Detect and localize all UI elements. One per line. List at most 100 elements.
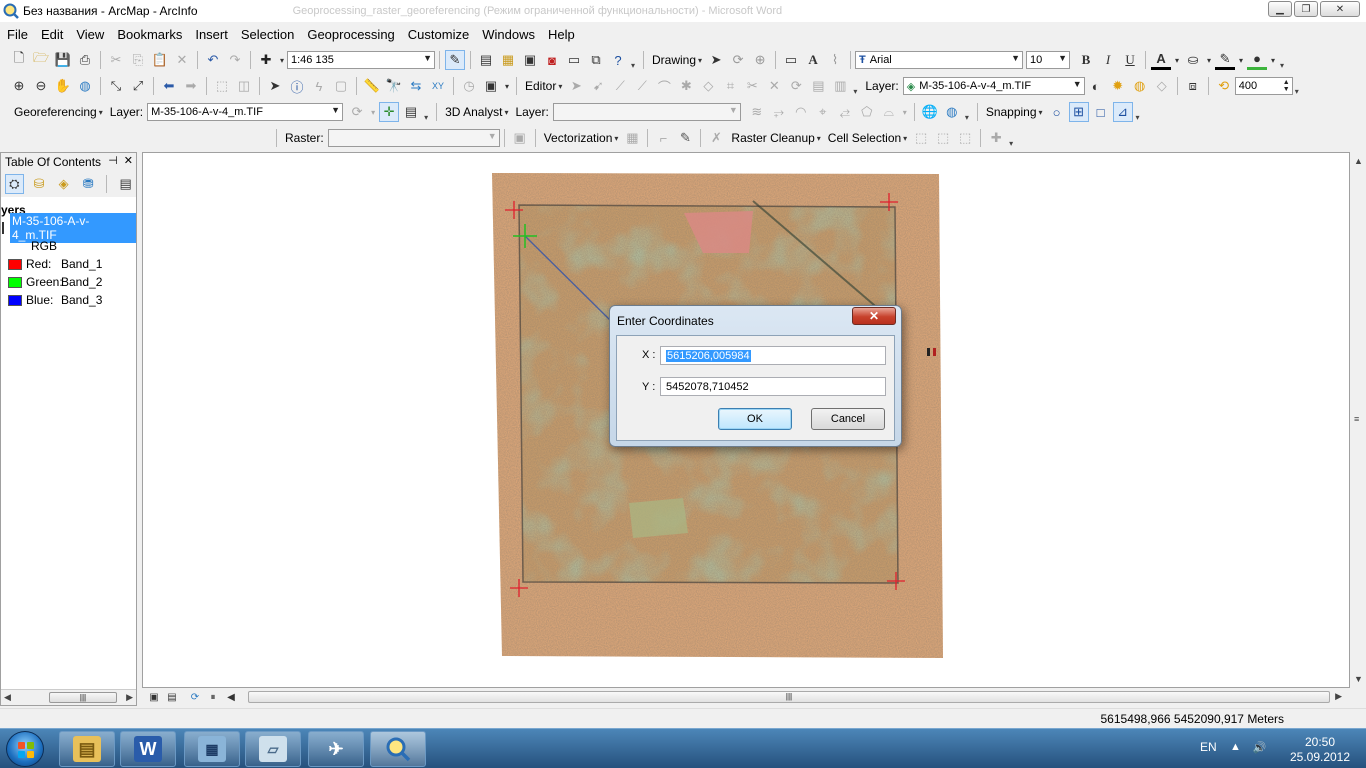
- arctoolbox-icon[interactable]: ◙: [542, 50, 562, 70]
- editor-dropdown-icon[interactable]: ▾: [556, 76, 564, 96]
- editor-menu[interactable]: Editor: [525, 79, 556, 93]
- layout-view-icon[interactable]: ▣: [146, 690, 162, 704]
- y-coordinate-input[interactable]: 5452078,710452: [660, 377, 886, 396]
- scroll-left-icon[interactable]: ◀: [4, 692, 11, 703]
- 3d-analyst-dropdown-icon[interactable]: ▾: [502, 102, 510, 122]
- steepest-path-icon[interactable]: ⥅: [769, 102, 789, 122]
- search-window-icon[interactable]: ▣: [520, 50, 540, 70]
- show-hidden-icons-icon[interactable]: ▲: [1230, 741, 1241, 754]
- underline-button[interactable]: U: [1120, 50, 1140, 70]
- georeferencing-dropdown-icon[interactable]: ▾: [97, 102, 105, 122]
- catalog-icon[interactable]: ▦: [498, 50, 518, 70]
- 3d-analyst-menu[interactable]: 3D Analyst: [445, 105, 502, 119]
- edit-vertices-icon[interactable]: ◇: [698, 76, 718, 96]
- cut-polygons-icon[interactable]: ✂: [742, 76, 762, 96]
- interpolate-point-icon[interactable]: ⌖: [813, 102, 833, 122]
- fill-color-dropdown-icon[interactable]: ▾: [1205, 50, 1213, 70]
- font-color-button[interactable]: A: [1151, 50, 1172, 70]
- toolbar-grip-icon[interactable]: ▾: [424, 102, 432, 122]
- cancel-button[interactable]: Cancel: [811, 408, 885, 430]
- taskbar-control-panel[interactable]: ▦: [184, 731, 240, 767]
- pan-icon[interactable]: ✋: [53, 76, 73, 96]
- zoom-in-icon[interactable]: ⊕: [9, 76, 29, 96]
- dialog-close-button[interactable]: ✕: [852, 307, 896, 325]
- add-data-dropdown-icon[interactable]: ▾: [278, 50, 286, 70]
- add-data-icon[interactable]: ✚: [256, 50, 276, 70]
- edit-vertices-icon[interactable]: ⌇: [825, 50, 845, 70]
- cell-selection-menu[interactable]: Cell Selection: [828, 131, 901, 145]
- georeferencing-menu[interactable]: Georeferencing: [14, 105, 97, 119]
- marker-color-icon[interactable]: ●: [1247, 50, 1268, 70]
- vertex-snapping-icon[interactable]: □: [1091, 102, 1111, 122]
- menu-edit[interactable]: Edit: [35, 27, 69, 42]
- raster-painting-icon[interactable]: ✗: [706, 128, 726, 148]
- edit-tool-icon[interactable]: ➤: [566, 76, 586, 96]
- list-by-source-icon[interactable]: ⛁: [30, 174, 49, 194]
- toc-options-icon[interactable]: ▤: [116, 174, 135, 194]
- hyperlink-icon[interactable]: ϟ: [309, 76, 329, 96]
- select-features-icon[interactable]: ⬚: [212, 76, 232, 96]
- delete-icon[interactable]: ✕: [172, 50, 192, 70]
- snapping-dropdown-icon[interactable]: ▾: [1037, 102, 1045, 122]
- toolbar-grip-icon[interactable]: ▾: [1136, 102, 1144, 122]
- zoom-whole-page-icon[interactable]: ⊕: [750, 50, 770, 70]
- line-color-dropdown-icon[interactable]: ▾: [1237, 50, 1245, 70]
- html-popup-icon[interactable]: ▢: [331, 76, 351, 96]
- raster-snapping-icon[interactable]: ✚: [986, 128, 1006, 148]
- refresh-view-icon[interactable]: ⟳: [187, 690, 203, 704]
- arcscene-icon[interactable]: ◍: [942, 102, 962, 122]
- viewer-dropdown-icon[interactable]: ▾: [503, 76, 511, 96]
- add-control-points-icon[interactable]: ✛: [379, 102, 400, 122]
- save-icon[interactable]: 💾: [53, 50, 73, 70]
- drawing-dropdown-icon[interactable]: ▾: [696, 50, 704, 70]
- raster-cleanup-menu[interactable]: Raster Cleanup: [731, 131, 814, 145]
- vectorization-trace-icon[interactable]: ⌐: [653, 128, 673, 148]
- text-tool-icon[interactable]: A: [803, 50, 823, 70]
- end-point-arc-icon[interactable]: ⟋: [632, 76, 652, 96]
- select-connected-cells-icon[interactable]: ⬚: [911, 128, 931, 148]
- previous-extent-icon[interactable]: ⬅: [159, 76, 179, 96]
- clock[interactable]: 20:50 25.09.2012: [1282, 735, 1358, 765]
- clear-selection-icon[interactable]: ◫: [234, 76, 254, 96]
- menu-view[interactable]: View: [70, 27, 110, 42]
- end-snapping-icon[interactable]: ⊞: [1068, 102, 1089, 122]
- menu-windows[interactable]: Windows: [476, 27, 541, 42]
- rotate-tool-icon[interactable]: ⟳: [786, 76, 806, 96]
- toc-close-icon[interactable]: ✕: [124, 154, 133, 167]
- rotate-icon[interactable]: ⟳: [728, 50, 748, 70]
- flicker-rate-icon[interactable]: ⟲: [1214, 76, 1234, 96]
- select-elements-icon[interactable]: ➤: [265, 76, 285, 96]
- new-document-icon[interactable]: 🗋: [9, 50, 29, 70]
- redo-icon[interactable]: ↷: [225, 50, 245, 70]
- toolbar-grip-icon[interactable]: ▾: [631, 50, 639, 70]
- profile-graph-icon[interactable]: ⌓: [879, 102, 899, 122]
- toolbar-grip-icon[interactable]: ▾: [1295, 76, 1303, 96]
- line-of-sight-icon[interactable]: ◠: [791, 102, 811, 122]
- scroll-down-icon[interactable]: ▼: [1354, 674, 1363, 684]
- taskbar-explorer[interactable]: ▤: [59, 731, 115, 767]
- cell-selection-dropdown-icon[interactable]: ▾: [901, 128, 909, 148]
- contrast-icon[interactable]: ◐: [1086, 76, 1106, 96]
- find-icon[interactable]: 🔭: [384, 76, 404, 96]
- pause-drawing-icon[interactable]: ⏸: [205, 690, 221, 704]
- vectorization-dropdown-icon[interactable]: ▾: [612, 128, 620, 148]
- menu-geoprocessing[interactable]: Geoprocessing: [301, 27, 400, 42]
- fill-color-icon[interactable]: ⛀: [1183, 50, 1203, 70]
- find-route-icon[interactable]: ⇆: [406, 76, 426, 96]
- menu-help[interactable]: Help: [542, 27, 581, 42]
- editor-toolbar-icon[interactable]: ✎: [445, 50, 465, 70]
- toolbar-grip-icon[interactable]: ▾: [853, 76, 861, 96]
- profile-dropdown-icon[interactable]: ▾: [901, 102, 909, 122]
- menu-bookmarks[interactable]: Bookmarks: [111, 27, 188, 42]
- scroll-up-icon[interactable]: ▲: [1354, 156, 1363, 166]
- menu-selection[interactable]: Selection: [235, 27, 300, 42]
- vectorization-settings-icon[interactable]: ▣: [510, 128, 530, 148]
- font-size-combo[interactable]: 10 ▼: [1026, 51, 1071, 69]
- map-vertical-scrollbar[interactable]: ▲ ≡ ▼: [1350, 152, 1366, 688]
- fixed-zoom-out-icon[interactable]: ⤢: [128, 76, 148, 96]
- layer-row[interactable]: M-35-106-A-v-4_m.TIF: [1, 213, 136, 243]
- sketch-properties-icon[interactable]: ▥: [830, 76, 850, 96]
- scroll-right-icon[interactable]: ▶: [126, 692, 133, 703]
- interpolate-line-icon[interactable]: ⥄: [835, 102, 855, 122]
- volume-icon[interactable]: 🔊: [1253, 741, 1267, 754]
